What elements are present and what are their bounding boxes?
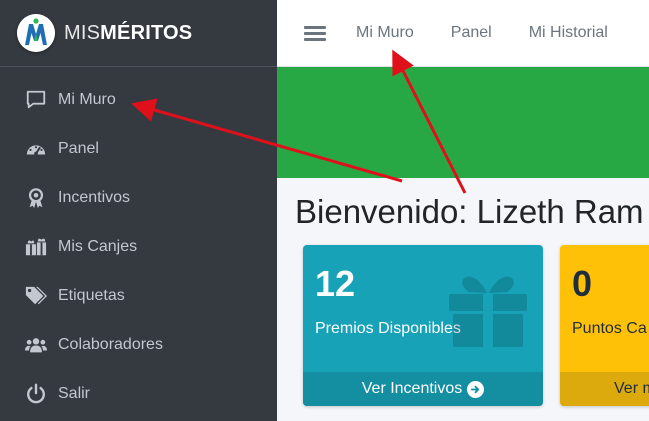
sidebar-item-colaboradores[interactable]: Colaboradores <box>0 320 277 369</box>
sidebar-item-salir[interactable]: Salir <box>0 369 277 418</box>
tags-icon <box>23 284 49 308</box>
nav-link-mi-historial[interactable]: Mi Historial <box>529 24 608 42</box>
nav-link-mi-muro[interactable]: Mi Muro <box>356 24 414 42</box>
award-icon <box>23 186 49 210</box>
sidebar-item-label: Mis Canjes <box>58 237 138 255</box>
box-footer-label: Ver Incentivos <box>361 380 463 397</box>
gifts-icon <box>23 235 49 259</box>
hamburger-icon[interactable] <box>304 23 326 44</box>
page-title: Bienvenido: Lizeth Ram <box>295 193 644 230</box>
box-label: Premios Disponibles <box>315 320 461 337</box>
comment-icon <box>23 88 49 112</box>
sidebar-item-mis-canjes[interactable]: Mis Canjes <box>0 222 277 271</box>
users-icon <box>23 333 49 357</box>
top-navbar: Mi Muro Panel Mi Historial <box>277 0 649 67</box>
sidebar-item-label: Colaboradores <box>58 335 163 353</box>
sidebar: MISMÉRITOS Mi Muro Panel Incentivos Mis … <box>0 0 277 421</box>
banner <box>277 67 649 178</box>
sidebar-item-label: Panel <box>58 139 99 157</box>
nav-link-panel[interactable]: Panel <box>451 24 492 42</box>
sidebar-item-etiquetas[interactable]: Etiquetas <box>0 271 277 320</box>
power-icon <box>23 382 49 406</box>
ver-mas-link[interactable]: Ver m <box>560 372 649 406</box>
arrow-circle-right-icon <box>467 380 485 398</box>
mismeritos-logo <box>17 14 55 52</box>
sidebar-item-panel[interactable]: Panel <box>0 124 277 173</box>
sidebar-item-mi-muro[interactable]: Mi Muro <box>0 75 277 124</box>
tachometer-icon <box>23 137 49 161</box>
sidebar-item-label: Incentivos <box>58 188 131 206</box>
sidebar-item-label: Mi Muro <box>58 90 116 108</box>
ver-incentivos-link[interactable]: Ver Incentivos <box>303 372 543 406</box>
box-footer-label: Ver m <box>614 380 649 397</box>
small-box-puntos: 0 Puntos Ca Ver m <box>560 245 649 406</box>
box-value: 12 <box>315 263 356 304</box>
small-box-premios: 12 Premios Disponibles Ver Incentivos <box>303 245 543 406</box>
brand-link[interactable]: MISMÉRITOS <box>0 0 277 67</box>
gift-icon <box>449 276 527 347</box>
box-value: 0 <box>572 263 593 304</box>
sidebar-item-label: Etiquetas <box>58 286 125 304</box>
sidebar-item-incentivos[interactable]: Incentivos <box>0 173 277 222</box>
sidebar-nav: Mi Muro Panel Incentivos Mis Canjes Etiq… <box>0 67 277 418</box>
sidebar-item-label: Salir <box>58 384 91 402</box>
brand-title: MISMÉRITOS <box>64 22 192 45</box>
box-label: Puntos Ca <box>572 320 647 337</box>
brand-title-light: MIS <box>64 21 101 44</box>
brand-title-bold: MÉRITOS <box>100 21 193 44</box>
